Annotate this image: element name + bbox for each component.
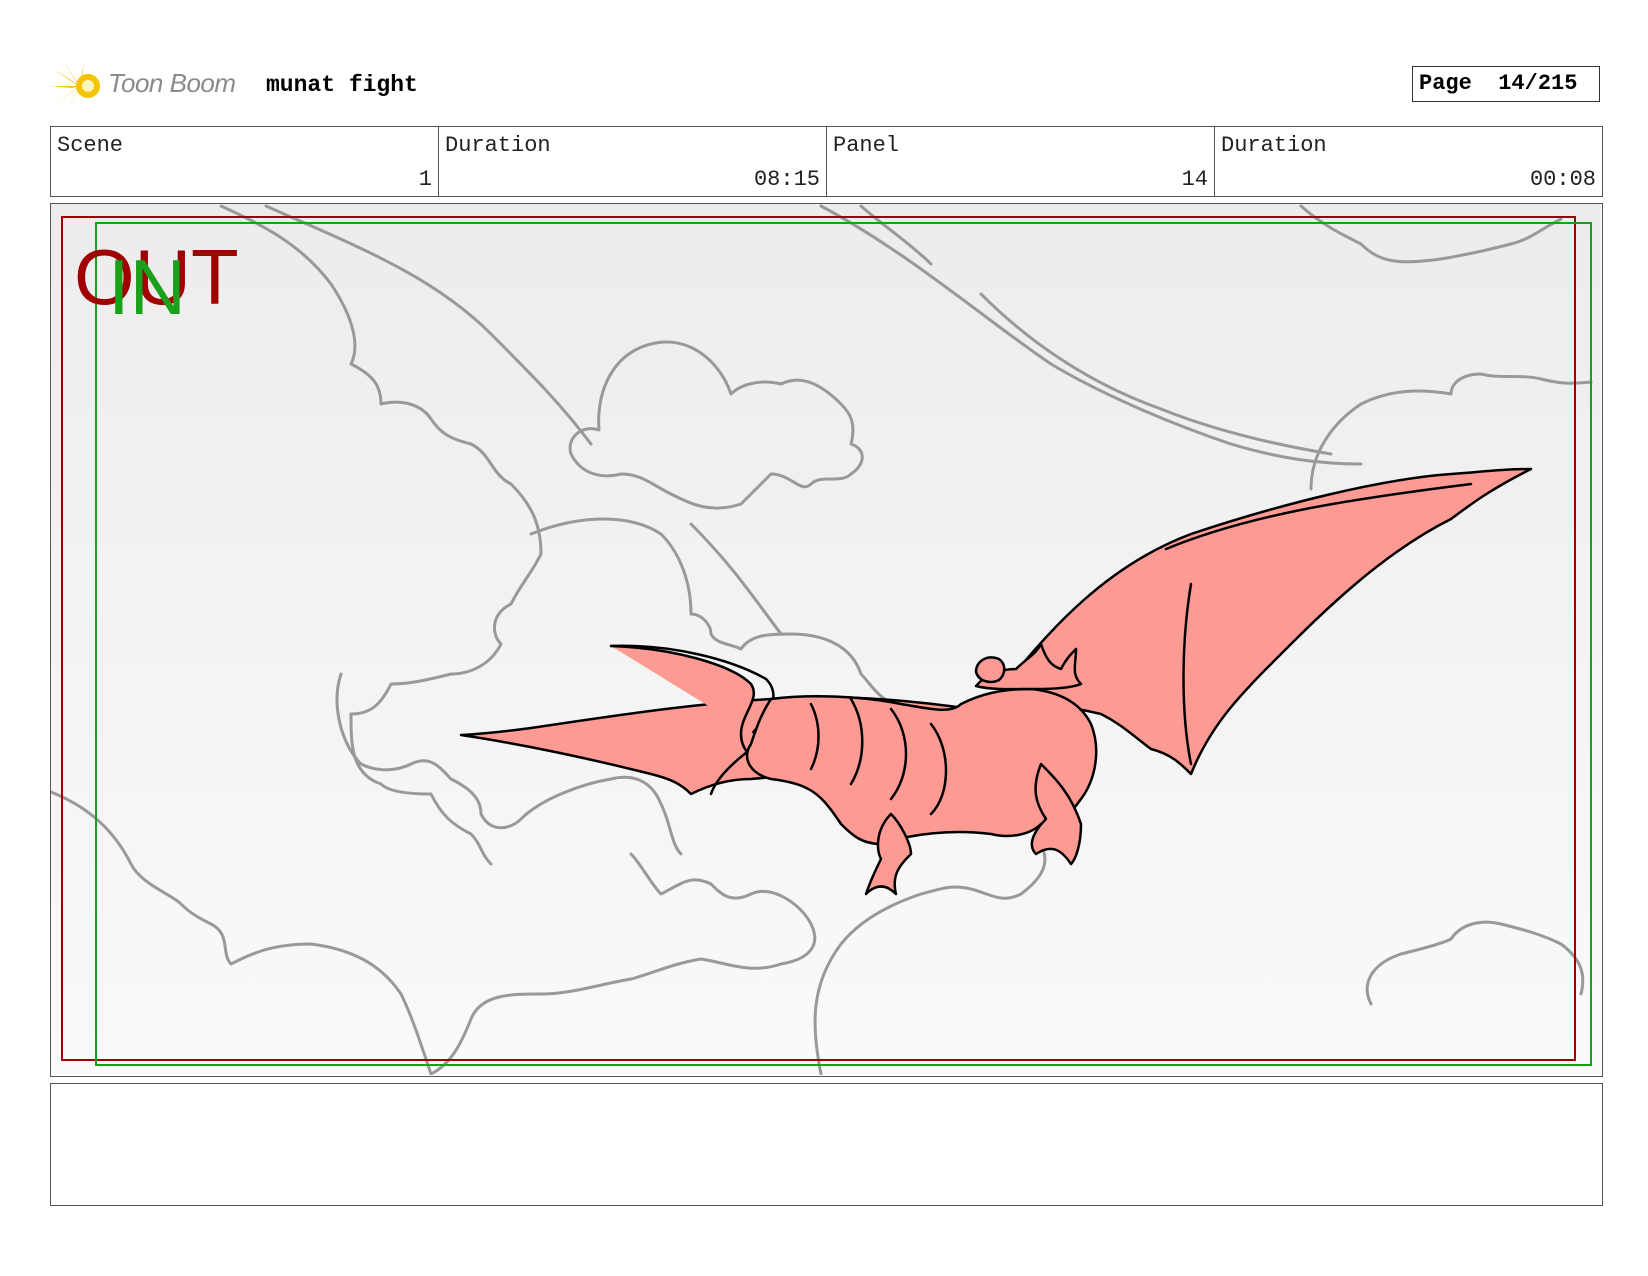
panel-duration-cell: Duration 00:08 xyxy=(1215,127,1602,196)
scene-info-table: Scene 1 Duration 08:15 Panel 14 Duration… xyxy=(50,126,1603,197)
page-value: 14/215 xyxy=(1498,71,1578,96)
logo-text: Toon Boom xyxy=(108,68,236,98)
toon-boom-logo: Toon Boom xyxy=(50,58,250,112)
panel-notes-area[interactable] xyxy=(50,1083,1603,1206)
page-indicator: Page 14/215 xyxy=(1412,66,1600,102)
panel-value: 14 xyxy=(1181,167,1208,192)
scene-duration-cell: Duration 08:15 xyxy=(439,127,827,196)
storyboard-panel[interactable]: OUT IN xyxy=(50,203,1603,1077)
project-title: munat fight xyxy=(266,72,418,98)
starburst-icon xyxy=(50,62,100,112)
panel-label: Panel xyxy=(833,133,900,158)
scene-label: Scene xyxy=(57,133,124,158)
scene-duration-value: 08:15 xyxy=(753,167,820,192)
panel-duration-label: Duration xyxy=(1221,133,1327,158)
panel-cell: Panel 14 xyxy=(827,127,1215,196)
scene-cell: Scene 1 xyxy=(51,127,439,196)
page-header: Toon Boom munat fight Page 14/215 xyxy=(50,58,1602,112)
page-label: Page xyxy=(1419,71,1472,96)
scene-value: 1 xyxy=(418,167,432,192)
in-marker: IN xyxy=(108,243,186,331)
scene-duration-label: Duration xyxy=(445,133,551,158)
panel-drawing: OUT IN xyxy=(51,204,1601,1075)
panel-duration-value: 00:08 xyxy=(1529,167,1596,192)
